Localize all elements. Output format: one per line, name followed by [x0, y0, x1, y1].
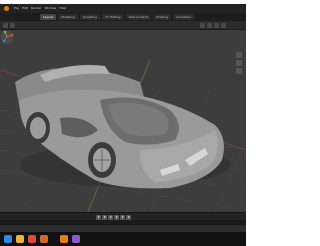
blender-window: File Edit Render Window Help Layout Mode…: [0, 0, 246, 246]
tab-sculpting[interactable]: Sculpting: [79, 14, 100, 20]
zoom-tool-icon[interactable]: [236, 52, 242, 58]
navigation-gizmo-icon[interactable]: [0, 30, 14, 44]
menu-render[interactable]: Render: [31, 4, 42, 13]
shading-material-button[interactable]: [207, 23, 212, 28]
play-reverse-button[interactable]: [108, 214, 113, 220]
tab-uv-editing[interactable]: UV Editing: [101, 14, 124, 20]
3d-viewport[interactable]: [0, 30, 246, 212]
shading-solid-button[interactable]: [200, 23, 205, 28]
top-menubar: File Edit Render Window Help: [0, 4, 246, 13]
workspace-tabs: Layout Modeling Sculpting UV Editing Tex…: [0, 13, 246, 21]
photo-app-icon[interactable]: [40, 235, 48, 243]
menu-window[interactable]: Window: [45, 4, 57, 13]
media-icon[interactable]: [72, 235, 80, 243]
tab-texture-paint[interactable]: Texture Paint: [125, 14, 151, 20]
windows-start-icon[interactable]: [4, 235, 12, 243]
status-bar: [0, 224, 246, 232]
chrome-icon[interactable]: [28, 235, 36, 243]
tab-layout[interactable]: Layout: [40, 14, 57, 20]
jump-start-button[interactable]: [96, 214, 101, 220]
prev-keyframe-button[interactable]: [102, 214, 107, 220]
menu-help[interactable]: Help: [59, 4, 66, 13]
pan-tool-icon[interactable]: [236, 60, 242, 66]
object-mode-button[interactable]: [10, 23, 15, 28]
menu-edit[interactable]: Edit: [22, 4, 28, 13]
car-model[interactable]: [15, 65, 230, 189]
jump-end-button[interactable]: [126, 214, 131, 220]
os-taskbar: [0, 232, 246, 246]
editor-type-button[interactable]: [3, 23, 8, 28]
play-button[interactable]: [114, 214, 119, 220]
blender-logo-icon[interactable]: [4, 6, 9, 11]
next-keyframe-button[interactable]: [120, 214, 125, 220]
viewport-scene: [0, 59, 246, 212]
file-explorer-icon[interactable]: [16, 235, 24, 243]
menu-file[interactable]: File: [14, 4, 19, 13]
xray-button[interactable]: [221, 23, 226, 28]
blender-icon[interactable]: [60, 235, 68, 243]
tab-shading[interactable]: Shading: [152, 14, 172, 20]
tab-animation[interactable]: Animation: [173, 14, 195, 20]
overlay-button[interactable]: [214, 23, 219, 28]
tab-modeling[interactable]: Modeling: [58, 14, 78, 20]
viewport-header: [0, 21, 246, 30]
camera-view-icon[interactable]: [236, 68, 242, 74]
